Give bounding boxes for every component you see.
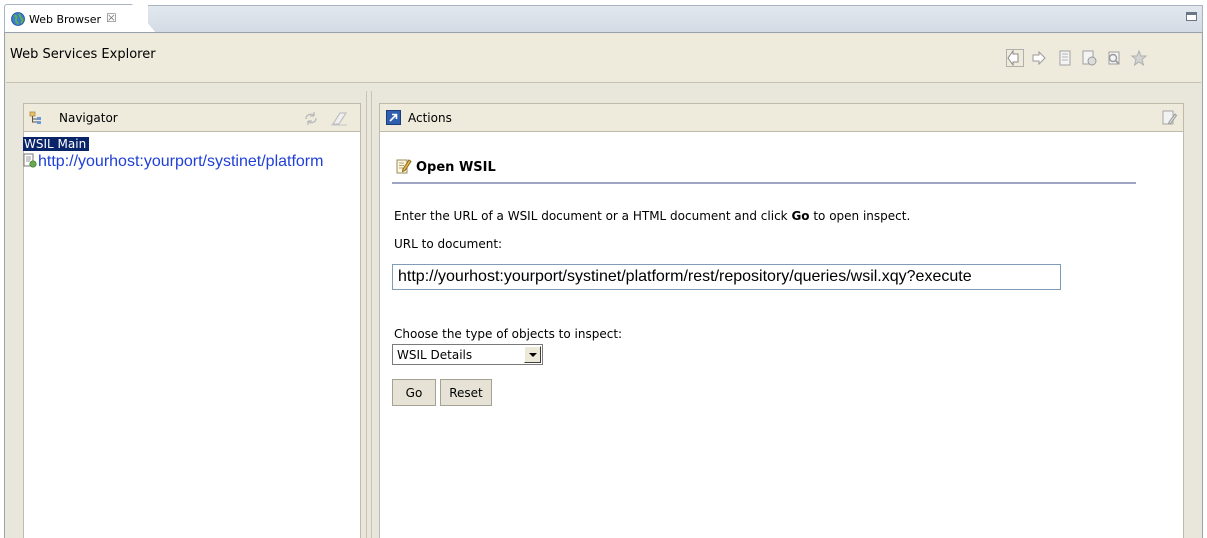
close-icon[interactable]: ☒ (106, 11, 117, 25)
instruction-go-bold: Go (791, 209, 810, 223)
go-button[interactable]: Go (392, 379, 436, 406)
explorer-title: Web Services Explorer (10, 47, 156, 62)
navigator-tree-icon (29, 111, 41, 124)
actions-icon (386, 110, 401, 125)
navigator-panel: Navigator WSIL Main http://yourhost:your… (23, 103, 361, 538)
document-refresh-icon[interactable] (1080, 49, 1098, 67)
favorites-star-icon[interactable] (1130, 49, 1148, 67)
tree-item-url-label: http://yourhost:yourport/systinet/platfo… (38, 153, 324, 170)
type-select-value: WSIL Details (397, 348, 473, 362)
tree-item-wsil-main[interactable]: WSIL Main (23, 137, 90, 151)
edit-document-icon[interactable] (1161, 109, 1177, 127)
globe-icon (11, 12, 25, 26)
instruction-part-1: Enter the URL of a WSIL document or a HT… (394, 209, 792, 223)
actions-title: Actions (408, 111, 452, 125)
sash-divider[interactable] (366, 91, 367, 538)
actions-header: Actions (380, 104, 1183, 132)
editor-tab-strip: Web Browser ☒ (0, 0, 1207, 33)
page-icon[interactable] (1056, 49, 1074, 67)
url-label: URL to document: (394, 237, 503, 251)
explorer-header: Web Services Explorer (6, 34, 1201, 83)
eraser-icon[interactable] (330, 110, 348, 126)
instruction-part-2: to open inspect. (809, 209, 911, 223)
section-divider (392, 182, 1136, 184)
maximize-icon[interactable] (1186, 12, 1197, 21)
wsil-document-icon (23, 153, 37, 168)
tree-item-url[interactable]: http://yourhost:yourport/systinet/platfo… (23, 152, 323, 170)
type-select[interactable]: WSIL Details (392, 344, 543, 365)
choose-type-label: Choose the type of objects to inspect: (394, 327, 623, 341)
chevron-down-icon[interactable] (524, 346, 541, 363)
actions-panel: Actions Open WSIL Enter the URL of a WSI… (379, 103, 1184, 538)
tab-label: Web Browser (29, 13, 102, 26)
back-icon[interactable] (1006, 49, 1024, 67)
open-wsil-icon (396, 159, 412, 174)
forward-icon[interactable] (1030, 49, 1048, 67)
reset-button[interactable]: Reset (440, 379, 492, 406)
tab-web-browser[interactable]: Web Browser ☒ (4, 4, 156, 33)
search-doc-icon[interactable] (1105, 49, 1123, 67)
open-wsil-title-text: Open WSIL (416, 160, 496, 175)
navigator-header: Navigator (24, 104, 360, 132)
instruction-text: Enter the URL of a WSIL document or a HT… (394, 209, 910, 223)
sash-divider[interactable] (371, 91, 372, 538)
sync-icon[interactable] (302, 110, 320, 126)
url-input[interactable] (392, 264, 1061, 290)
navigator-title: Navigator (59, 111, 118, 125)
tab-strip-background (148, 5, 1203, 33)
